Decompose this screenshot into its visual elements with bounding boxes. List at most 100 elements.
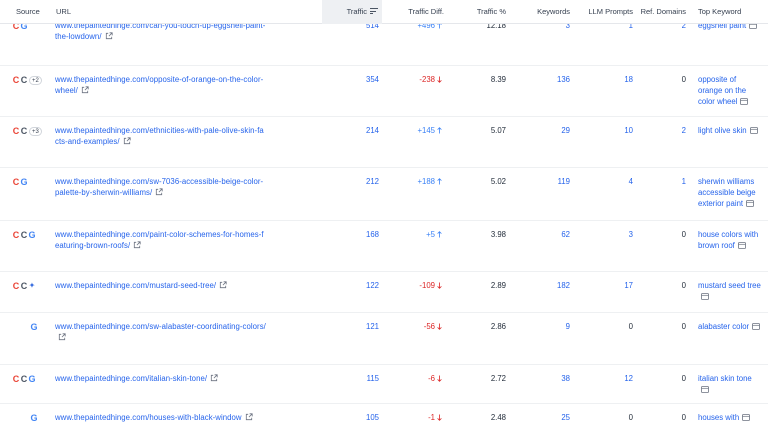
top-keyword-link[interactable]: house colors with brown roof: [698, 229, 762, 252]
col-url-header[interactable]: URL: [56, 0, 71, 24]
external-link-icon[interactable]: [123, 137, 131, 145]
top-keyword-text[interactable]: light olive skin: [698, 126, 747, 135]
traffic-value[interactable]: 122: [322, 280, 379, 291]
external-link-icon[interactable]: [219, 281, 227, 289]
ref-domains-count[interactable]: 1: [640, 176, 686, 187]
url-text[interactable]: www.thepaintedhinge.com/sw-alabaster-coo…: [55, 322, 266, 331]
top-keyword-link[interactable]: light olive skin: [698, 125, 762, 137]
traffic-value[interactable]: 168: [322, 229, 379, 240]
more-sources-badge[interactable]: +3: [29, 126, 42, 136]
llm-prompts-count[interactable]: 3: [585, 229, 633, 240]
traffic-diff-value: -238: [419, 75, 435, 84]
external-link-icon[interactable]: [58, 333, 66, 341]
top-keyword-text[interactable]: mustard seed tree: [698, 281, 761, 290]
keywords-count[interactable]: 25: [530, 412, 570, 423]
keywords-count[interactable]: 182: [530, 280, 570, 291]
url-text[interactable]: www.thepaintedhinge.com/mustard-seed-tre…: [55, 281, 216, 290]
traffic-value[interactable]: 105: [322, 412, 379, 423]
url-link[interactable]: www.thepaintedhinge.com/mustard-seed-tre…: [55, 280, 267, 291]
keywords-count[interactable]: 9: [530, 321, 570, 332]
llm-prompts-count: 0: [628, 413, 633, 422]
serp-features-icon[interactable]: [701, 292, 709, 303]
ref-domains-count: 0: [681, 75, 686, 84]
perplexity-icon: C: [20, 75, 28, 85]
top-keyword-link[interactable]: sherwin williams accessible beige exteri…: [698, 176, 762, 210]
url-link[interactable]: www.thepaintedhinge.com/paint-color-sche…: [55, 229, 267, 251]
col-traffic-pct-header[interactable]: Traffic %: [462, 0, 506, 24]
col-top-keyword-header[interactable]: Top Keyword: [698, 0, 741, 24]
external-link-icon[interactable]: [245, 413, 253, 421]
ref-domains-count: 0: [681, 230, 686, 239]
url-text[interactable]: www.thepaintedhinge.com/houses-with-blac…: [55, 413, 242, 422]
traffic-value[interactable]: 115: [322, 373, 379, 384]
external-link-icon[interactable]: [81, 86, 89, 94]
top-keyword-link[interactable]: houses with: [698, 412, 762, 424]
traffic-diff-value: +5: [426, 230, 435, 239]
col-traffic-diff-header[interactable]: Traffic Diff.: [400, 0, 444, 24]
traffic-percent: 2.72: [490, 374, 506, 383]
url-link[interactable]: www.thepaintedhinge.com/ethnicities-with…: [55, 125, 267, 147]
url-link[interactable]: www.thepaintedhinge.com/italian-skin-ton…: [55, 373, 267, 384]
serp-features-icon[interactable]: [742, 413, 751, 424]
url-link[interactable]: www.thepaintedhinge.com/sw-7036-accessib…: [55, 176, 267, 198]
url-link[interactable]: www.thepaintedhinge.com/opposite-of-oran…: [55, 74, 267, 96]
llm-prompts-count[interactable]: 4: [585, 176, 633, 187]
ref-domains-count[interactable]: 2: [640, 125, 686, 136]
table-row: C Gwww.thepaintedhinge.com/sw-7036-access…: [0, 168, 768, 221]
url-link[interactable]: www.thepaintedhinge.com/sw-alabaster-coo…: [55, 321, 267, 343]
url-text[interactable]: www.thepaintedhinge.com/can-you-touch-up…: [55, 21, 265, 41]
top-keyword-text[interactable]: alabaster color: [698, 322, 749, 331]
keywords-count[interactable]: 136: [530, 74, 570, 85]
url-text[interactable]: www.thepaintedhinge.com/paint-color-sche…: [55, 230, 264, 250]
external-link-icon[interactable]: [210, 374, 218, 382]
keywords-count[interactable]: 119: [530, 176, 570, 187]
top-keyword-text[interactable]: houses with: [698, 413, 739, 422]
serp-features-icon[interactable]: [737, 241, 746, 252]
url-text[interactable]: www.thepaintedhinge.com/italian-skin-ton…: [55, 374, 207, 383]
source-icons: CCG: [12, 229, 36, 241]
traffic-percent: 5.02: [490, 177, 506, 186]
traffic-diff-value: -56: [423, 322, 435, 331]
top-keyword-link[interactable]: mustard seed tree: [698, 280, 762, 303]
col-ref-domains-header[interactable]: Ref. Domains: [640, 0, 686, 24]
top-keyword-text[interactable]: italian skin tone: [698, 374, 752, 383]
top-keyword-text[interactable]: house colors with brown roof: [698, 230, 758, 250]
traffic-value[interactable]: 214: [322, 125, 379, 136]
external-link-icon[interactable]: [133, 241, 141, 249]
traffic-value[interactable]: 212: [322, 176, 379, 187]
url-text[interactable]: www.thepaintedhinge.com/ethnicities-with…: [55, 126, 264, 146]
arrow-down-icon: [437, 281, 442, 292]
serp-features-icon[interactable]: [749, 126, 758, 137]
col-source-header[interactable]: Source: [16, 0, 40, 24]
serp-features-icon[interactable]: [701, 385, 709, 396]
sort-desc-icon: [370, 8, 378, 15]
keywords-count[interactable]: 29: [530, 125, 570, 136]
perplexity-icon: C: [20, 126, 28, 136]
traffic-value[interactable]: 121: [322, 321, 379, 332]
serp-features-icon[interactable]: [746, 199, 754, 210]
traffic-diff: +145: [390, 125, 442, 137]
top-keyword-link[interactable]: italian skin tone: [698, 373, 762, 396]
top-keyword-text[interactable]: opposite of orange on the color wheel: [698, 75, 746, 106]
top-keyword-link[interactable]: opposite of orange on the color wheel: [698, 74, 762, 108]
llm-prompts-count[interactable]: 17: [585, 280, 633, 291]
serp-features-icon[interactable]: [752, 322, 761, 333]
col-llm-prompts-header[interactable]: LLM Prompts: [585, 0, 633, 24]
col-traffic-header[interactable]: Traffic: [322, 0, 382, 24]
col-keywords-header[interactable]: Keywords: [530, 0, 570, 24]
traffic-percent: 8.39: [490, 75, 506, 84]
serp-features-icon[interactable]: [740, 97, 749, 108]
llm-prompts-count[interactable]: 18: [585, 74, 633, 85]
traffic-percent: 2.89: [490, 281, 506, 290]
llm-prompts-count[interactable]: 10: [585, 125, 633, 136]
top-keyword-link[interactable]: alabaster color: [698, 321, 762, 333]
llm-prompts-count[interactable]: 12: [585, 373, 633, 384]
more-sources-badge[interactable]: +2: [29, 75, 42, 85]
keywords-count[interactable]: 62: [530, 229, 570, 240]
external-link-icon[interactable]: [105, 32, 113, 40]
external-link-icon[interactable]: [155, 188, 163, 196]
url-link[interactable]: www.thepaintedhinge.com/houses-with-blac…: [55, 412, 267, 423]
traffic-value[interactable]: 354: [322, 74, 379, 85]
arrow-up-icon: [437, 177, 442, 188]
keywords-count[interactable]: 38: [530, 373, 570, 384]
